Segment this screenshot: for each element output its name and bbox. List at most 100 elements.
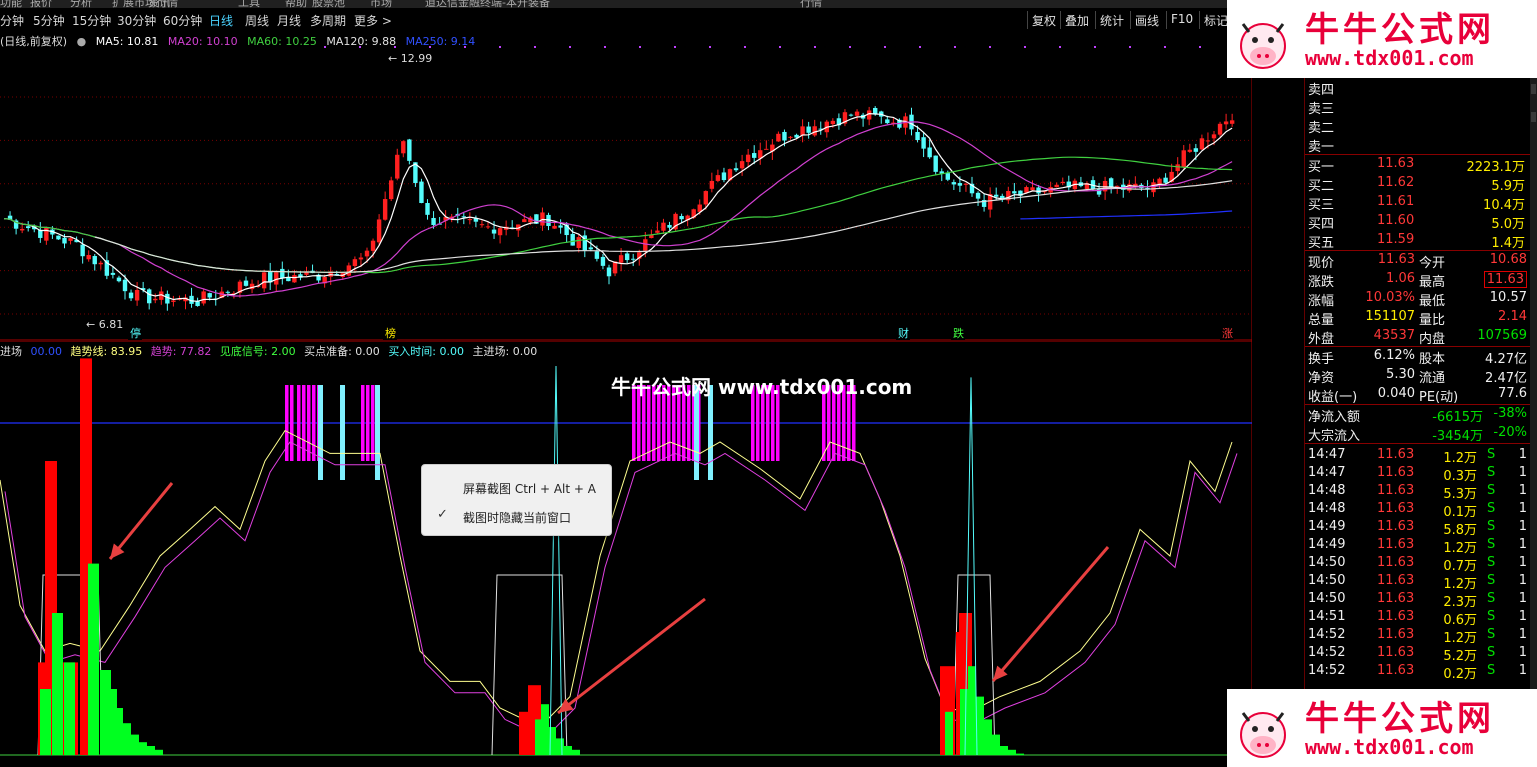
- candle-body: [382, 199, 388, 220]
- tick-count: 1: [1518, 483, 1527, 498]
- ma20-line: [3, 121, 1233, 297]
- toolbar-button[interactable]: 叠加: [1060, 11, 1093, 29]
- watermark-name: 牛牛公式网: [1305, 10, 1495, 50]
- bid-row[interactable]: 买三 11.61 10.4万: [1305, 193, 1531, 213]
- tick-price: 11.63: [1377, 483, 1415, 498]
- tick-row[interactable]: 14:50 11.63 0.7万 S 1: [1305, 554, 1531, 574]
- period-tab[interactable]: 日线: [209, 12, 233, 29]
- histogram-bar-green: [541, 704, 549, 755]
- period-tab[interactable]: 周线: [245, 12, 269, 29]
- ask-row[interactable]: 卖三: [1305, 97, 1531, 117]
- fund-row[interactable]: 收益(一) 0.040 PE(动) 77.6: [1305, 385, 1531, 405]
- stat-row[interactable]: 涨幅 10.03% 最低 10.57: [1305, 289, 1531, 309]
- bid-row[interactable]: 买二 11.62 5.9万: [1305, 174, 1531, 194]
- tick-row[interactable]: 14:52 11.63 5.2万 S 1: [1305, 644, 1531, 664]
- tick-row[interactable]: 14:52 11.63 1.2万 S 1: [1305, 626, 1531, 646]
- fund-row[interactable]: 净资 5.30 流通 2.47亿: [1305, 366, 1531, 386]
- stat-row[interactable]: 总量 151107 量比 2.14: [1305, 308, 1531, 328]
- flow-value: -6615万: [1432, 410, 1483, 425]
- period-tab[interactable]: 5分钟: [33, 12, 65, 29]
- tick-time: 14:50: [1308, 573, 1346, 588]
- period-tab[interactable]: 30分钟: [117, 12, 156, 29]
- fund-label: 股本: [1419, 352, 1446, 367]
- period-tab[interactable]: 多周期: [310, 12, 346, 29]
- menu-item[interactable]: 股票池: [312, 0, 345, 8]
- menu-item[interactable]: 功能: [0, 0, 22, 8]
- tick-row[interactable]: 14:49 11.63 1.2万 S 1: [1305, 536, 1531, 556]
- annotation-arrow: [991, 546, 1110, 682]
- candle-body: [395, 154, 400, 179]
- event-marker: 停: [130, 326, 141, 340]
- histogram-bar-green: [1000, 746, 1008, 755]
- signal-dot: [1024, 46, 1026, 48]
- tick-time: 14:50: [1308, 555, 1346, 570]
- candle-body: [98, 262, 103, 265]
- toolbar-button[interactable]: 复权: [1027, 11, 1060, 29]
- candle-body: [1217, 123, 1223, 135]
- period-tab[interactable]: 更多 >: [354, 12, 392, 29]
- stat-value: 10.68: [1489, 252, 1527, 267]
- menu-item[interactable]: 资讯: [148, 0, 170, 8]
- ask-row[interactable]: 卖二: [1305, 116, 1531, 136]
- candle-body: [522, 219, 527, 223]
- menu-item[interactable]: 帮助: [285, 0, 307, 8]
- menu-item[interactable]: 行情: [800, 0, 822, 8]
- tick-side: S: [1487, 483, 1496, 498]
- stat-value: 1.06: [1386, 271, 1415, 286]
- candlestick-chart[interactable]: ← 12.99← 6.81停榜财跌涨12.0011.0010.009.008.0…: [0, 31, 1252, 341]
- tick-row[interactable]: 14:52 11.63 0.2万 S 1: [1305, 662, 1531, 682]
- flow-label: 净流入额: [1308, 410, 1361, 425]
- period-tab[interactable]: 15分钟: [72, 12, 111, 29]
- bid-row[interactable]: 买一 11.63 2223.1万: [1305, 155, 1531, 175]
- period-tab[interactable]: 分钟: [0, 12, 24, 29]
- stat-value: 10.57: [1489, 290, 1527, 305]
- tick-row[interactable]: 14:48 11.63 5.3万 S 1: [1305, 482, 1531, 502]
- menu-item[interactable]: 分析: [70, 0, 92, 8]
- tick-row[interactable]: 14:50 11.63 1.2万 S 1: [1305, 572, 1531, 592]
- indicator-chart[interactable]: 100.090.0080.0070.0060.0050.0040.0030.00…: [0, 341, 1252, 767]
- period-tab[interactable]: 60分钟: [163, 12, 202, 29]
- settings-icon[interactable]: ●: [77, 35, 87, 48]
- flow-row[interactable]: 净流入额 -6615万 -38%: [1305, 405, 1531, 425]
- tick-row[interactable]: 14:48 11.63 0.1万 S 1: [1305, 500, 1531, 520]
- menu-item-hide-window[interactable]: ✓ 截图时隐藏当前窗口: [422, 502, 611, 530]
- ask-row[interactable]: 卖四: [1305, 78, 1531, 98]
- tick-row[interactable]: 14:49 11.63 5.8万 S 1: [1305, 518, 1531, 538]
- signal-dot: [814, 46, 816, 48]
- scrollbar[interactable]: [1530, 78, 1537, 767]
- scroll-thumb[interactable]: [1531, 112, 1536, 122]
- stat-row[interactable]: 外盘 43537 内盘 107569: [1305, 327, 1531, 347]
- fund-label: 收益(一): [1308, 390, 1358, 405]
- menu-item[interactable]: 市场: [370, 0, 392, 8]
- candle-body: [62, 237, 67, 244]
- stat-row[interactable]: 涨跌 1.06 最高 11.63: [1305, 270, 1531, 290]
- tick-row[interactable]: 14:51 11.63 0.6万 S 1: [1305, 608, 1531, 628]
- candle-body: [915, 131, 920, 141]
- candle-body: [782, 131, 787, 141]
- bid-row[interactable]: 买五 11.59 1.4万: [1305, 231, 1531, 251]
- ask-row[interactable]: 卖一: [1305, 135, 1531, 155]
- fund-value: 0.040: [1377, 386, 1415, 401]
- menu-item-screenshot[interactable]: 屏幕截图 Ctrl + Alt + A: [422, 473, 611, 501]
- toolbar-button[interactable]: F10: [1166, 11, 1197, 29]
- scroll-up-arrow[interactable]: [1531, 84, 1536, 94]
- flow-row[interactable]: 大宗流入 -3454万 -20%: [1305, 424, 1531, 444]
- candle-body: [733, 168, 739, 171]
- toolbar-button[interactable]: 画线: [1130, 11, 1163, 29]
- tick-price: 11.63: [1377, 627, 1415, 642]
- tick-row[interactable]: 14:50 11.63 2.3万 S 1: [1305, 590, 1531, 610]
- fund-row[interactable]: 换手 6.12% 股本 4.27亿: [1305, 347, 1531, 367]
- menu-item[interactable]: 报价: [30, 0, 52, 8]
- toolbar-button[interactable]: 统计: [1095, 11, 1128, 29]
- tick-row[interactable]: 14:47 11.63 0.3万 S 1: [1305, 464, 1531, 484]
- fund-label: PE(动): [1419, 390, 1459, 405]
- bid-row[interactable]: 买四 11.60 5.0万: [1305, 212, 1531, 232]
- signal-bar-magenta: [371, 385, 375, 461]
- menu-item[interactable]: 道达信金融终端-本开装备: [425, 0, 550, 8]
- stat-row[interactable]: 现价 11.63 今开 10.68: [1305, 251, 1531, 271]
- fund-value: 4.27亿: [1485, 352, 1527, 367]
- period-tab[interactable]: 月线: [277, 12, 301, 29]
- candle-body: [552, 225, 557, 229]
- tick-row[interactable]: 14:47 11.63 1.2万 S 1: [1305, 446, 1531, 466]
- menu-item[interactable]: 工具: [238, 0, 260, 8]
